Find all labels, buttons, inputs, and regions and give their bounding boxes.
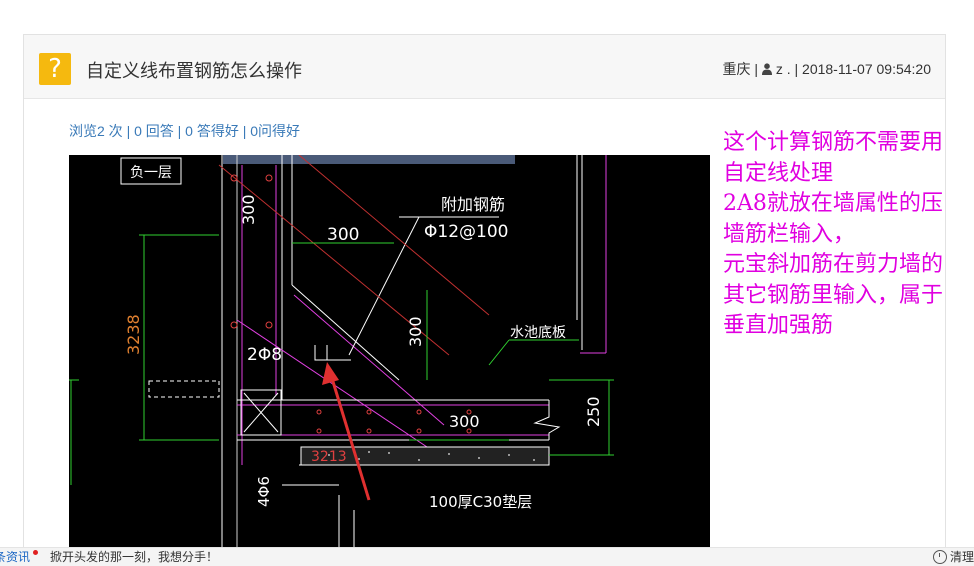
question-meta: 重庆 | z . | 2018-11-07 09:54:20 [723, 59, 931, 79]
cad-toolbar-remnant [223, 155, 515, 164]
cad-dim-300-low: 300 [449, 412, 480, 431]
cad-dim-3213: 3213 [311, 449, 347, 465]
cad-dim-250: 250 [584, 396, 603, 427]
cad-drawing-svg: 负一层 300 300 附加钢筋 Φ12@100 3238 300 水池底板 2… [69, 155, 710, 555]
annotation-line: 墙筋栏输入， [723, 221, 856, 247]
location-text: 重庆 [722, 61, 751, 77]
clock-icon [933, 550, 947, 564]
cad-label-extra-rebar: 附加钢筋 [441, 195, 505, 214]
question-icon: ? [39, 53, 71, 85]
news-link[interactable]: 条资讯 [0, 548, 30, 566]
cad-dim-300-mid: 300 [406, 316, 425, 347]
cad-label-2a8: 2Φ8 [247, 345, 282, 365]
annotation-line: 这个计算钢筋不需要用 [723, 130, 944, 155]
annotation-line: 元宝斜加筋在剪力墙的 [723, 252, 944, 277]
notification-dot [33, 550, 38, 555]
question-title[interactable]: 自定义线布置钢筋怎么操作 [86, 57, 302, 83]
separator: | [754, 61, 759, 77]
cad-dim-300-horizontal: 300 [327, 225, 359, 245]
cad-label-rebar-spec: Φ12@100 [424, 222, 508, 242]
annotation-line: 其它钢筋里输入，属于 [723, 282, 944, 308]
cad-label-pit-bottom: 水池底板 [510, 325, 566, 341]
clean-button[interactable]: 清理 [933, 548, 974, 566]
username-link[interactable]: z . [776, 61, 791, 77]
cad-dim-3238: 3238 [124, 314, 143, 355]
post-datetime: 2018-11-07 09:54:20 [802, 61, 931, 77]
news-headline[interactable]: 掀开头发的那一刻，我想分手！ [50, 548, 218, 566]
cad-drawing-image[interactable]: 负一层 300 300 附加钢筋 Φ12@100 3238 300 水池底板 2… [69, 155, 710, 555]
annotation-line: 垂直加强筋 [723, 313, 834, 338]
annotation-line: 自定线处理 [723, 160, 834, 186]
annotation-note: 这个计算钢筋不需要用 自定线处理 2A8就放在墙属性的压 墙筋栏输入， 元宝斜加… [723, 128, 973, 342]
cad-label-4a6: 4Φ6 [255, 476, 273, 507]
cad-label-floor: 负一层 [130, 165, 172, 181]
cad-label-cushion: 100厚C30垫层 [429, 493, 532, 511]
question-header: ? 自定义线布置钢筋怎么操作 重庆 | z . | 2018-11-07 09:… [24, 35, 945, 99]
question-stats: 浏览2 次 | 0 回答 | 0 答得好 | 0问得好 [69, 123, 301, 139]
user-icon [761, 63, 772, 75]
separator: | [794, 61, 799, 77]
cad-dim-300-vertical: 300 [239, 194, 258, 225]
bottom-news-bar: 条资讯 掀开头发的那一刻，我想分手！ 清理 [0, 547, 974, 566]
annotation-line: 2A8就放在墙属性的压 [723, 191, 943, 216]
clean-button-label: 清理 [950, 550, 974, 564]
